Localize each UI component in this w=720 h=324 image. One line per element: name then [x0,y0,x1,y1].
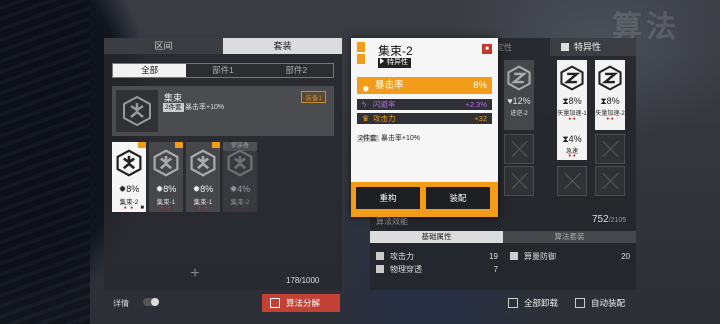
attack-icon [376,252,384,260]
crit-icon: ✹ [362,84,370,94]
slot-name: 迸逆-2 [510,111,528,117]
equip-button[interactable]: 装配 [426,187,490,209]
card-stat: ✹8% [155,184,177,194]
stripe-gap [353,42,357,64]
algo-card[interactable]: ✹8% 集束-1 ● ● [186,142,220,212]
inventory-count: 178/1000 [286,276,320,285]
card-stat: ✹4% [229,184,251,194]
add-icon[interactable]: + [186,265,204,283]
sub-stat: ϟ 闪避率 +2.3% [357,99,492,110]
filter-part1[interactable]: 部件1 [186,64,260,77]
empty-slot[interactable] [504,166,534,196]
rarity-corner [175,142,183,148]
feature-icon [561,43,569,51]
algo-card[interactable]: ✹8% 集束-1 ● ● [149,142,183,212]
shield-icon [510,252,518,260]
algo-card[interactable]: ✹8% 集束-2 ● ● ■ [112,142,146,212]
tab-base-stats[interactable]: 基础属性 [370,231,503,243]
efficiency-label: 算法效能 [376,217,408,226]
stat-row: 算量防御 20 [510,251,630,262]
penetration-icon [376,265,384,273]
empty-slot[interactable] [595,166,625,196]
decompose-button[interactable]: 算法分解 [262,294,340,312]
rarity-dots: ● ● [160,205,172,211]
filter-part2[interactable]: 部件2 [259,64,333,77]
cluster-icon [227,149,253,177]
stat-row: 攻击力 19 [376,251,498,262]
rarity-dots: ● ● [234,205,246,211]
card-stat: ✹8% [192,184,214,194]
dodge-icon: ϟ [362,100,367,109]
tab-set[interactable]: 套装 [223,38,342,54]
stat-tabs: 基础属性 算法套装 [370,231,636,243]
vector-icon [598,65,622,91]
auto-equip-button[interactable]: 自动装配 [575,294,625,312]
efficiency-value: 752/2105 [592,214,627,225]
lock-icon: ■ [140,205,144,211]
filter-bar: 全部 部件1 部件2 [112,63,334,78]
empty-slot[interactable] [504,134,534,164]
tab-feature[interactable]: 特异性 [550,38,636,56]
detail-label: 详情 [113,299,129,308]
slot-equipped[interactable]: ⧗4% 急速 ● ● [557,120,587,160]
set-effect: 暴击率+10% [185,104,225,111]
empty-slot[interactable] [595,134,625,164]
rarity-dots: ● ● [606,116,614,122]
upload-icon [575,298,585,308]
toggle-knob [151,298,159,306]
set-icon [116,90,158,132]
slot-stat: ⧗4% [562,134,582,144]
set-detail-card[interactable]: 集束 2件套 暴击率+10% 装备1 [112,86,334,136]
rarity-dots: ● ● [568,153,576,159]
cluster-icon [153,149,179,177]
set-piece-badge: 2件套 [163,103,184,112]
tab-algo-set[interactable]: 算法套装 [503,231,636,243]
equipped-tag: 装备1 [301,91,326,103]
sub-stat: ♛ 攻击力 +32 [357,113,492,124]
character-art [0,0,90,324]
lock-icon[interactable]: ■ [482,44,492,54]
decompose-icon [270,298,280,308]
empty-slot[interactable] [557,166,587,196]
vector-icon [560,65,584,91]
card-stat: ✹8% [118,184,140,194]
tab-stability[interactable]: 定性 [496,42,512,53]
cluster-icon [190,149,216,177]
stat-row: 物理穿透 7 [376,264,498,275]
cluster-icon [116,149,142,177]
slot-stat: ⧗8% [600,96,620,106]
rebuild-button[interactable]: 重构 [356,187,420,209]
feature-tab-label: 特异性 [574,42,602,52]
slot-equipped[interactable]: ♥12% 迸逆-2 [504,60,534,130]
rarity-corner [138,142,146,148]
slot-stat: ⧗8% [562,96,582,106]
slot-equipped[interactable]: ⧗8% 矢量加速-2 ● ● [595,60,625,130]
rarity-corner [212,142,220,148]
main-stat: ✹ 暴击率 8% [357,77,492,94]
popup-set-effect: 2件套 暴击率+10% [357,135,421,142]
rarity-dots: ● ● [197,205,209,211]
unequip-all-button[interactable]: 全部卸载 [508,294,558,312]
trash-icon [508,298,518,308]
popup-subtitle: 特异性 [378,58,411,68]
tab-interval[interactable]: 区间 [104,38,223,54]
left-tabs: 区间 套装 [104,38,342,54]
attack-icon: ♛ [362,114,370,123]
popup-title: 集束-2 [378,44,413,58]
reverse-icon [507,65,531,91]
play-icon [380,58,384,64]
decompose-label: 算法分解 [286,298,321,308]
detail-toggle[interactable] [143,298,159,306]
slot-stat: ♥12% [507,96,531,106]
algo-card[interactable]: 使装备 ✹4% 集束-2 ● ● [223,142,257,212]
filter-all[interactable]: 全部 [113,64,187,77]
